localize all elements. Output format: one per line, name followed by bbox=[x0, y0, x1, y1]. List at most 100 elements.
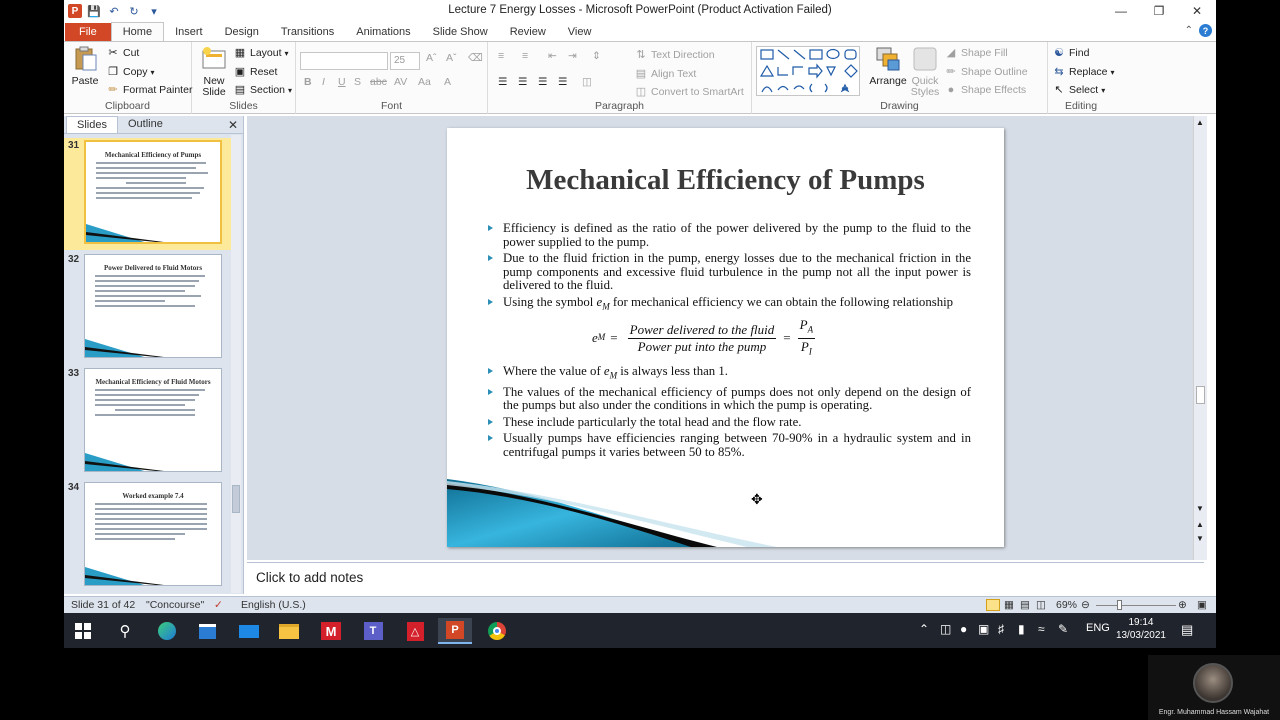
bullets-icon[interactable]: ≡ bbox=[498, 50, 504, 62]
fit-to-window-icon[interactable]: ▣ bbox=[1197, 599, 1207, 611]
close-pane-icon[interactable]: ✕ bbox=[228, 118, 238, 132]
clear-formatting-icon[interactable]: ⌫ bbox=[468, 52, 483, 64]
current-slide[interactable]: Mechanical Efficiency of Pumps Efficienc… bbox=[447, 128, 1004, 547]
zoom-slider-thumb[interactable] bbox=[1117, 600, 1122, 610]
close-icon[interactable]: ✕ bbox=[1178, 0, 1216, 22]
section-button[interactable]: ▤ Section ▾ bbox=[233, 83, 292, 97]
acrobat-icon[interactable]: △ bbox=[398, 618, 432, 644]
tab-insert[interactable]: Insert bbox=[164, 23, 214, 41]
minimize-icon[interactable]: — bbox=[1102, 0, 1140, 22]
zoom-level[interactable]: 69% bbox=[1056, 599, 1077, 611]
line-spacing-icon[interactable]: ⇕ bbox=[592, 50, 601, 62]
tab-review[interactable]: Review bbox=[499, 23, 557, 41]
language-indicator[interactable]: English (U.S.) bbox=[241, 599, 306, 611]
reading-view-icon[interactable]: ▤ bbox=[1020, 599, 1030, 611]
normal-view-icon[interactable] bbox=[986, 599, 1000, 611]
scroll-up-icon[interactable]: ▲ bbox=[1196, 118, 1204, 127]
tab-slide-show[interactable]: Slide Show bbox=[422, 23, 499, 41]
columns-icon[interactable]: ◫ bbox=[582, 76, 592, 88]
slideshow-view-icon[interactable]: ◫ bbox=[1036, 599, 1046, 611]
tab-home[interactable]: Home bbox=[110, 22, 165, 41]
undo-icon[interactable]: ↶ bbox=[106, 3, 122, 19]
align-left-icon[interactable]: ☰ bbox=[498, 76, 507, 88]
arrange-button[interactable]: Arrange bbox=[868, 45, 908, 87]
tab-transitions[interactable]: Transitions bbox=[270, 23, 345, 41]
font-family-combo[interactable] bbox=[300, 52, 388, 70]
quick-styles-button[interactable]: Quick Styles bbox=[908, 45, 942, 98]
font-size-combo[interactable]: 25 bbox=[390, 52, 420, 70]
zoom-slider[interactable] bbox=[1096, 605, 1176, 606]
decrease-indent-icon[interactable]: ⇤ bbox=[548, 50, 557, 62]
slides-pane-scrollbar[interactable] bbox=[231, 135, 241, 593]
slide-thumbnail-32[interactable]: 32 Power Delivered to Fluid Motors bbox=[64, 252, 234, 362]
change-case-icon[interactable]: Aa bbox=[418, 76, 431, 88]
replace-button[interactable]: ⇆ Replace ▾ bbox=[1052, 65, 1114, 79]
save-icon[interactable]: 💾 bbox=[86, 3, 102, 19]
slide-body[interactable]: Efficiency is defined as the ratio of th… bbox=[486, 221, 971, 462]
store-icon[interactable] bbox=[190, 618, 224, 644]
pen-icon[interactable]: ✎ bbox=[1058, 622, 1068, 636]
font-color-icon[interactable]: A bbox=[444, 76, 451, 88]
search-icon[interactable]: ⚲ bbox=[108, 618, 142, 644]
tab-file[interactable]: File bbox=[65, 23, 111, 41]
notes-pane[interactable]: Click to add notes bbox=[247, 562, 1204, 593]
increase-indent-icon[interactable]: ⇥ bbox=[568, 50, 577, 62]
shape-effects-button[interactable]: ● Shape Effects bbox=[944, 83, 1027, 97]
show-hidden-icons-icon[interactable]: ⌃ bbox=[919, 622, 929, 636]
zoom-in-icon[interactable]: ⊕ bbox=[1178, 599, 1187, 611]
tab-outline[interactable]: Outline bbox=[118, 116, 173, 133]
italic-icon[interactable]: I bbox=[322, 76, 325, 88]
slide-thumbnail-33[interactable]: 33 Mechanical Efficiency of Fluid Motors bbox=[64, 366, 234, 476]
text-direction-button[interactable]: ⇅ Text Direction bbox=[634, 48, 714, 62]
shadow-icon[interactable]: S bbox=[354, 76, 361, 88]
align-center-icon[interactable]: ☰ bbox=[518, 76, 527, 88]
redo-icon[interactable]: ↻ bbox=[126, 3, 142, 19]
notes-placeholder[interactable]: Click to add notes bbox=[256, 570, 363, 585]
scroll-down-icon[interactable]: ▼ bbox=[1196, 504, 1204, 513]
minimize-ribbon-icon[interactable]: ⌃ bbox=[1185, 25, 1193, 36]
tab-animations[interactable]: Animations bbox=[345, 23, 421, 41]
copy-button[interactable]: ❐ Copy ▾ bbox=[106, 65, 154, 79]
shape-fill-button[interactable]: ◢ Shape Fill bbox=[944, 46, 1008, 60]
notifications-icon[interactable]: ▤ bbox=[1181, 622, 1193, 638]
language-indicator[interactable]: ENG bbox=[1086, 622, 1110, 634]
zoom-out-icon[interactable]: ⊖ bbox=[1081, 599, 1090, 611]
slide-scrollbar[interactable]: ▲ ▼ ▲ ▼ bbox=[1193, 116, 1207, 560]
help-icon[interactable]: ? bbox=[1199, 24, 1212, 37]
align-right-icon[interactable]: ☰ bbox=[538, 76, 547, 88]
file-explorer-icon[interactable] bbox=[272, 618, 306, 644]
powerpoint-taskbar-icon[interactable]: P bbox=[438, 618, 472, 644]
cut-button[interactable]: ✂ Cut bbox=[106, 46, 139, 60]
clock[interactable]: 19:14 13/03/2021 bbox=[1116, 616, 1166, 642]
mail-icon[interactable] bbox=[232, 618, 266, 644]
network-icon[interactable]: ▣ bbox=[978, 622, 989, 636]
slide-scroll-thumb[interactable] bbox=[1196, 386, 1205, 404]
battery-icon[interactable]: ▮ bbox=[1018, 622, 1025, 636]
numbering-icon[interactable]: ≡ bbox=[522, 50, 528, 62]
tab-slides[interactable]: Slides bbox=[66, 116, 118, 133]
slide-thumbnail-34[interactable]: 34 Worked example 7.4 bbox=[64, 480, 234, 590]
align-text-button[interactable]: ▤ Align Text bbox=[634, 67, 697, 81]
reset-button[interactable]: ▣ Reset bbox=[233, 65, 278, 79]
slides-pane-scroll-thumb[interactable] bbox=[232, 485, 240, 513]
edge-icon[interactable] bbox=[150, 618, 184, 644]
next-slide-icon[interactable]: ▼ bbox=[1196, 534, 1204, 543]
find-button[interactable]: ☯ Find bbox=[1052, 46, 1089, 60]
justify-icon[interactable]: ☰ bbox=[558, 76, 567, 88]
shape-outline-button[interactable]: ✏ Shape Outline bbox=[944, 65, 1027, 79]
tab-design[interactable]: Design bbox=[214, 23, 270, 41]
select-button[interactable]: ↖ Select ▾ bbox=[1052, 83, 1105, 97]
chrome-icon[interactable] bbox=[480, 618, 514, 644]
shapes-gallery[interactable] bbox=[756, 46, 860, 96]
previous-slide-icon[interactable]: ▲ bbox=[1196, 520, 1204, 529]
tab-view[interactable]: View bbox=[557, 23, 603, 41]
convert-smartart-button[interactable]: ◫ Convert to SmartArt bbox=[634, 85, 744, 99]
slide-thumbnail-31[interactable]: 31 Mechanical Efficiency of Pumps bbox=[64, 138, 234, 250]
shrink-font-icon[interactable]: Aˇ bbox=[446, 52, 457, 64]
teams-icon[interactable]: T bbox=[356, 618, 390, 644]
windows-start-icon[interactable] bbox=[66, 618, 100, 644]
powerpoint-logo-icon[interactable]: P bbox=[68, 4, 82, 18]
paste-button[interactable]: Paste bbox=[70, 45, 100, 87]
customize-qat-icon[interactable]: ▾ bbox=[146, 3, 162, 19]
underline-icon[interactable]: U bbox=[338, 76, 346, 88]
